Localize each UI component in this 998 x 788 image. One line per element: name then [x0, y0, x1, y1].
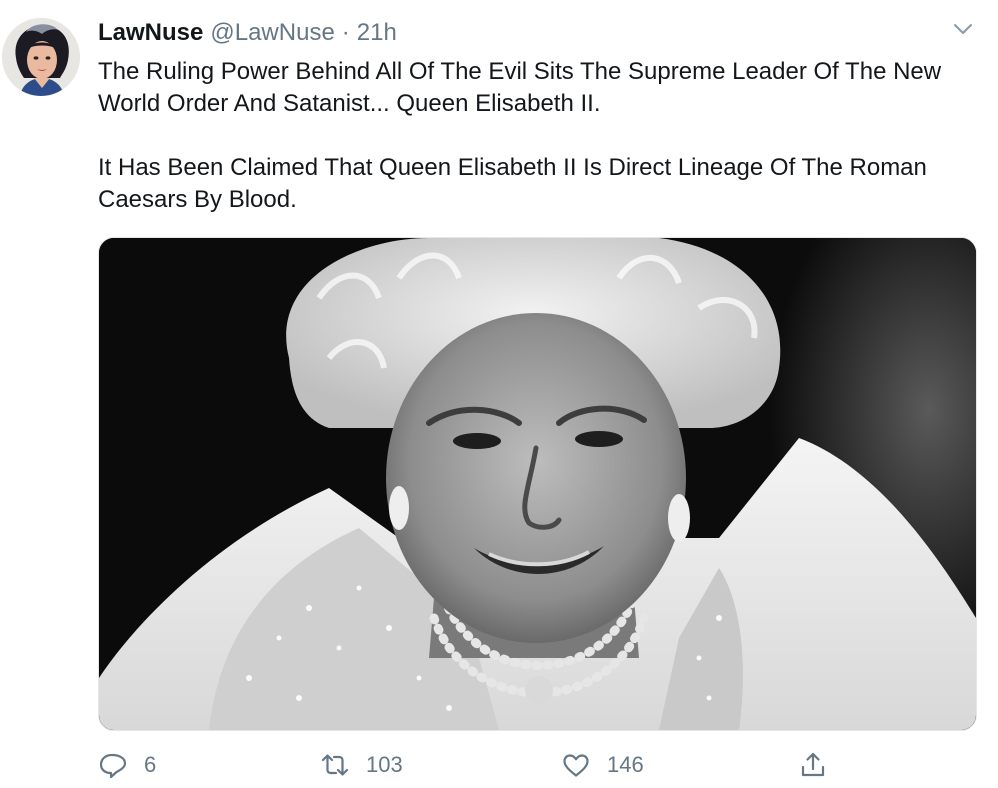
reply-count: 6 [144, 752, 157, 777]
tweet-media-photo[interactable] [98, 237, 977, 731]
tweet-card[interactable]: LawNuse @LawNuse · 21h The Ruling Power … [0, 0, 998, 788]
like-button[interactable]: 146 [561, 748, 644, 782]
portrait-photo-icon [99, 238, 976, 730]
separator-dot: · [341, 19, 350, 46]
tweet-timestamp[interactable]: 21h [357, 19, 397, 47]
retweet-button[interactable]: 103 [320, 748, 403, 782]
share-button[interactable] [798, 748, 828, 782]
share-icon [801, 752, 825, 777]
tweet-header: LawNuse @LawNuse · 21h [98, 19, 397, 49]
author-avatar[interactable] [2, 18, 80, 96]
tweet-menu-button[interactable] [951, 19, 975, 39]
reply-button[interactable]: 6 [98, 748, 156, 782]
like-count: 146 [607, 752, 644, 777]
tweet-paragraph: The Ruling Power Behind All Of The Evil … [98, 58, 942, 117]
woman-portrait-avatar-icon [2, 18, 80, 96]
reply-icon [99, 753, 127, 779]
tweet-paragraph: It Has Been Claimed That Queen Elisabeth… [98, 154, 927, 213]
retweet-count: 103 [366, 752, 403, 777]
chevron-down-icon [954, 24, 972, 34]
heart-icon [563, 754, 589, 777]
tweet-actions: 6 103 146 [98, 748, 978, 782]
author-handle[interactable]: @LawNuse [210, 19, 334, 47]
author-display-name[interactable]: LawNuse [98, 19, 203, 47]
retweet-icon [321, 754, 349, 776]
tweet-text: The Ruling Power Behind All Of The Evil … [98, 56, 978, 216]
